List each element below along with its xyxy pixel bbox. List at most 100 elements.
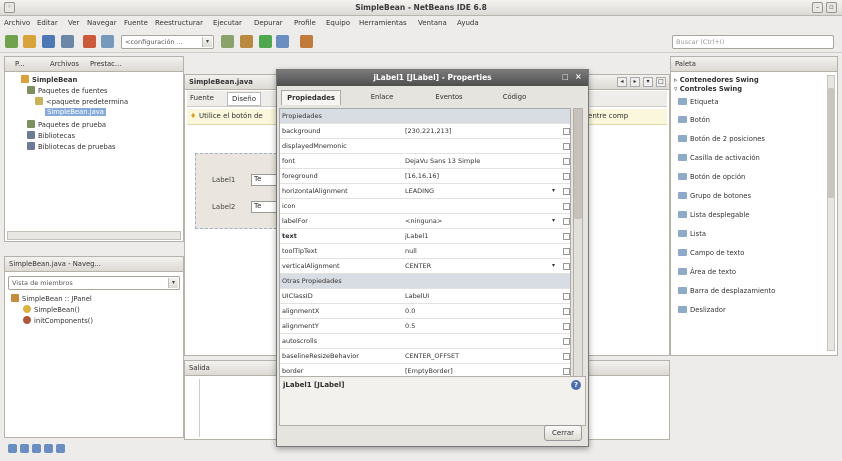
property-row[interactable]: font DejaVu Sans 13 Simple <box>280 154 570 169</box>
minimized-window-icon[interactable] <box>20 444 29 453</box>
tree-item-project[interactable]: SimpleBean <box>21 75 77 84</box>
custom-editor-button[interactable] <box>563 218 570 225</box>
property-value[interactable]: [230,221,213] <box>405 127 451 135</box>
property-row[interactable]: alignmentY 0.5 <box>280 319 570 334</box>
minimized-window-icon[interactable] <box>56 444 65 453</box>
debug-icon[interactable] <box>276 35 289 48</box>
property-row[interactable]: displayedMnemonic <box>280 139 570 154</box>
open-project-icon[interactable] <box>23 35 36 48</box>
custom-editor-button[interactable] <box>563 368 570 375</box>
menu-archivo[interactable]: Archivo <box>4 19 30 27</box>
form-canvas[interactable]: Label1 Te Label2 Te <box>195 153 278 229</box>
tab-design[interactable]: Diseño <box>227 92 262 106</box>
custom-editor-button[interactable] <box>563 308 570 315</box>
property-row[interactable]: labelFor <ninguna> ▾ <box>280 214 570 229</box>
custom-editor-button[interactable] <box>563 248 570 255</box>
tab-files[interactable]: Archivos <box>50 60 79 68</box>
tree-item-libraries[interactable]: Bibliotecas <box>27 131 75 140</box>
palette-item-toggle-button[interactable]: Botón de 2 posiciones <box>678 135 765 143</box>
configuration-select[interactable]: <configuración ... ▾ <box>121 35 214 49</box>
menu-editar[interactable]: Editar <box>37 19 58 27</box>
palette-item-list[interactable]: Lista <box>678 230 706 238</box>
property-row[interactable]: text jLabel1 <box>280 229 570 244</box>
scroll-left-icon[interactable]: ◂ <box>617 77 627 87</box>
custom-editor-button[interactable] <box>563 233 570 240</box>
nav-item-method[interactable]: initComponents() <box>23 316 93 325</box>
custom-editor-button[interactable] <box>563 263 570 270</box>
menu-herramientas[interactable]: Herramientas <box>359 19 407 27</box>
menu-profile[interactable]: Profile <box>294 19 316 27</box>
scrollbar-thumb[interactable] <box>828 88 834 198</box>
chevron-down-icon[interactable]: ▾ <box>552 187 555 194</box>
property-row[interactable]: icon <box>280 199 570 214</box>
nav-item-class[interactable]: SimpleBean :: JPanel <box>11 294 92 303</box>
tree-item-source-packages[interactable]: Paquetes de fuentes <box>27 86 108 95</box>
menu-ver[interactable]: Ver <box>68 19 79 27</box>
tab-source[interactable]: Fuente <box>190 94 214 102</box>
custom-editor-button[interactable] <box>563 353 570 360</box>
custom-editor-button[interactable] <box>563 158 570 165</box>
menu-equipo[interactable]: Equipo <box>326 19 350 27</box>
chevron-down-icon[interactable]: ▾ <box>552 262 555 269</box>
tree-item-default-package[interactable]: <paquete predetermina <box>35 97 128 106</box>
save-icon[interactable] <box>61 35 74 48</box>
maximize-button[interactable]: ▫ <box>826 2 837 13</box>
horizontal-scrollbar[interactable] <box>7 231 181 240</box>
palette-item-text-area[interactable]: Área de texto <box>678 268 736 276</box>
palette-item-scroll-bar[interactable]: Barra de desplazamiento <box>678 287 775 295</box>
property-value[interactable]: LEADING <box>405 187 434 195</box>
custom-editor-button[interactable] <box>563 173 570 180</box>
palette-item-label[interactable]: Etiqueta <box>678 98 718 106</box>
tab-list-icon[interactable]: ▾ <box>643 77 653 87</box>
menu-ayuda[interactable]: Ayuda <box>457 19 479 27</box>
property-value[interactable]: <ninguna> <box>405 217 442 225</box>
custom-editor-button[interactable] <box>563 323 570 330</box>
tab-binding[interactable]: Enlace <box>357 90 407 105</box>
tree-item-test-packages[interactable]: Paquetes de prueba <box>27 120 106 129</box>
property-row[interactable]: toolTipText null <box>280 244 570 259</box>
menu-fuente[interactable]: Fuente <box>124 19 148 27</box>
menu-depurar[interactable]: Depurar <box>254 19 283 27</box>
property-row[interactable]: background [230,221,213] <box>280 124 570 139</box>
property-value[interactable]: [16,16,16] <box>405 172 439 180</box>
minimized-window-icon[interactable] <box>32 444 41 453</box>
property-scrollbar[interactable] <box>573 108 583 410</box>
maximize-editor-icon[interactable]: □ <box>656 77 666 87</box>
property-row[interactable]: verticalAlignment CENTER ▾ <box>280 259 570 274</box>
palette-scrollbar[interactable] <box>827 75 835 351</box>
tree-item-test-libraries[interactable]: Bibliotecas de pruebas <box>27 142 116 151</box>
build-icon[interactable] <box>221 35 234 48</box>
property-value[interactable]: CENTER <box>405 262 431 270</box>
text-field-1[interactable]: Te <box>251 174 278 186</box>
palette-item-combo-box[interactable]: Lista desplegable <box>678 211 750 219</box>
property-value[interactable]: LabelUI <box>405 292 429 300</box>
new-project-icon[interactable] <box>5 35 18 48</box>
tab-services[interactable]: Prestac... <box>90 60 121 68</box>
menu-ejecutar[interactable]: Ejecutar <box>213 19 242 27</box>
save-all-icon[interactable] <box>42 35 55 48</box>
custom-editor-button[interactable] <box>563 128 570 135</box>
property-value[interactable]: null <box>405 247 417 255</box>
custom-editor-button[interactable] <box>563 203 570 210</box>
nav-item-constructor[interactable]: SimpleBean() <box>23 305 80 314</box>
minimized-window-icon[interactable] <box>44 444 53 453</box>
scrollbar-thumb[interactable] <box>574 109 582 219</box>
profile-icon[interactable] <box>300 35 313 48</box>
property-row[interactable]: baselineResizeBehavior CENTER_OFFSET <box>280 349 570 364</box>
undo-icon[interactable] <box>83 35 96 48</box>
label-2[interactable]: Label2 <box>212 203 235 211</box>
search-field[interactable]: Buscar (Ctrl+I) <box>672 35 834 49</box>
chevron-down-icon[interactable]: ▾ <box>552 217 555 224</box>
property-value[interactable]: CENTER_OFFSET <box>405 352 459 360</box>
tab-simplebean-java[interactable]: SimpleBean.java <box>189 78 253 86</box>
property-category[interactable]: Otras Propiedades <box>280 274 570 289</box>
member-view-select[interactable]: Vista de miembros ▾ <box>8 276 180 290</box>
tab-projects[interactable]: P... <box>15 60 25 68</box>
palette-item-radio-button[interactable]: Botón de opción <box>678 173 745 181</box>
palette-item-button[interactable]: Botón <box>678 116 710 124</box>
property-row[interactable]: alignmentX 0.0 <box>280 304 570 319</box>
menu-ventana[interactable]: Ventana <box>418 19 447 27</box>
property-value[interactable]: jLabel1 <box>405 232 428 240</box>
property-value[interactable]: 0.0 <box>405 307 415 315</box>
property-row[interactable]: UIClassID LabelUI <box>280 289 570 304</box>
